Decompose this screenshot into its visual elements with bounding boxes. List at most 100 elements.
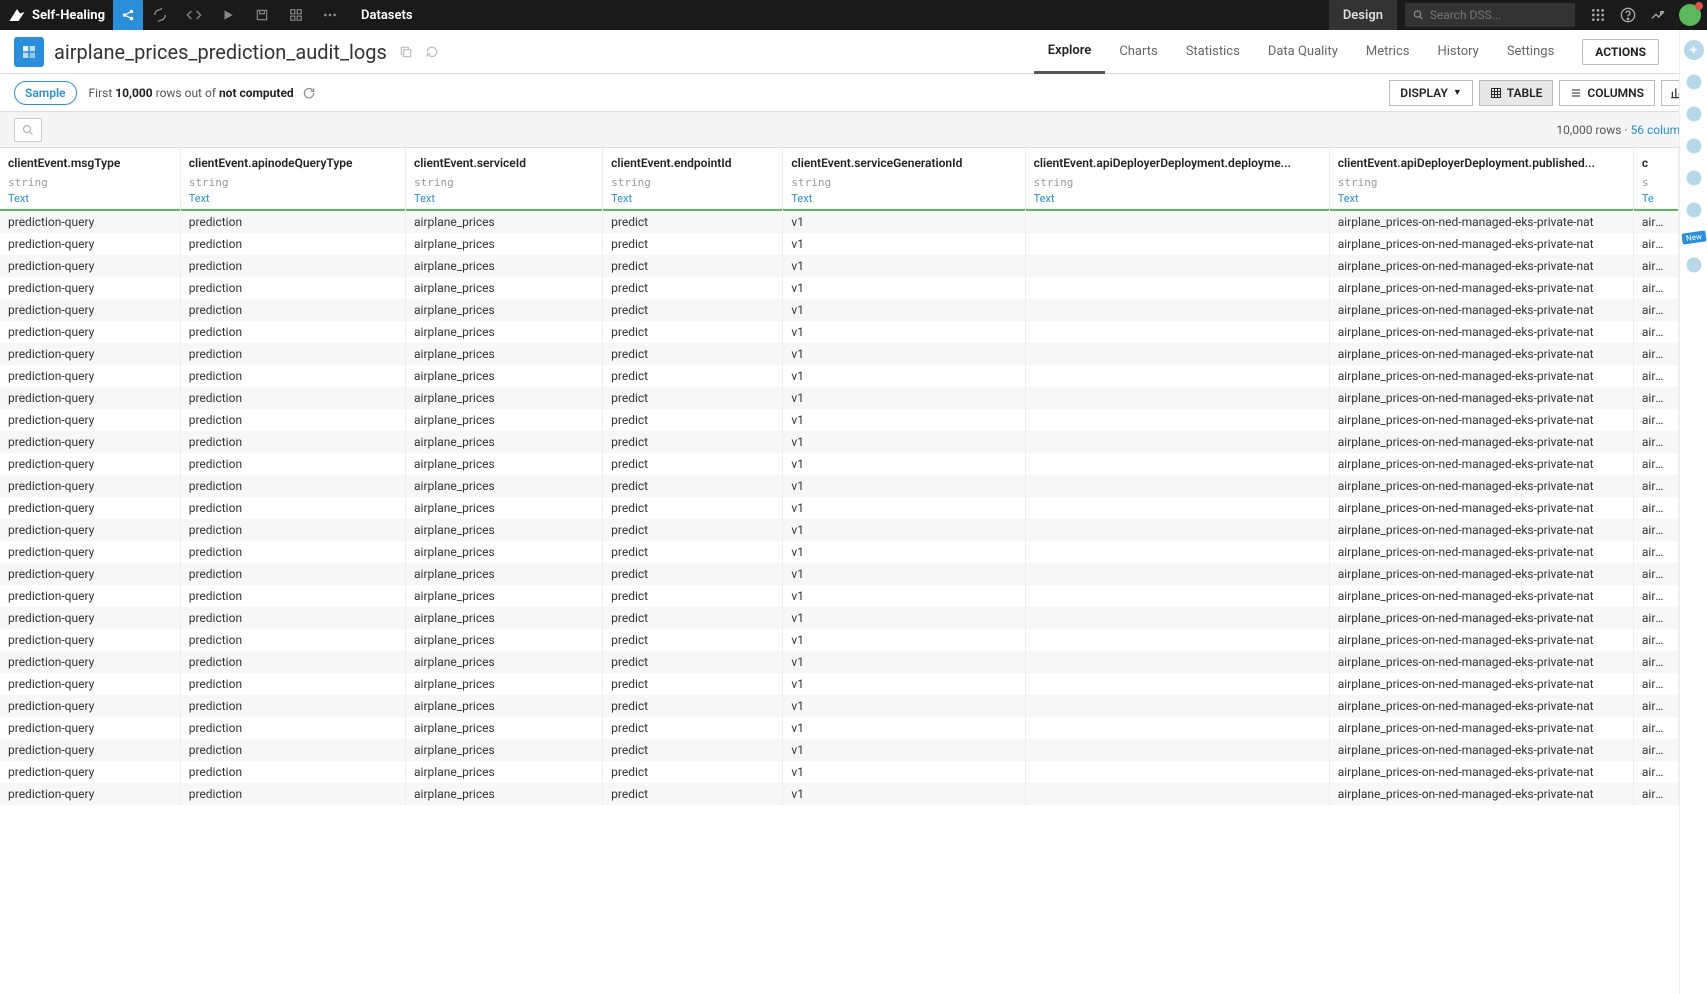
cell[interactable]: prediction-query: [0, 365, 180, 387]
cell[interactable]: [1025, 431, 1329, 453]
nav-dashboard-icon[interactable]: [279, 0, 313, 30]
cell[interactable]: prediction: [180, 695, 405, 717]
cell[interactable]: prediction: [180, 409, 405, 431]
cell[interactable]: airplane_prices-on-ned-managed-eks-priva…: [1329, 585, 1633, 607]
nav-run-icon[interactable]: [211, 0, 245, 30]
cell[interactable]: predict: [603, 739, 783, 761]
cell[interactable]: v1: [783, 211, 1025, 233]
cell[interactable]: airplane_prices-on-ned-managed-eks-priva…: [1329, 387, 1633, 409]
nav-more-icon[interactable]: [313, 0, 347, 30]
cell[interactable]: prediction: [180, 343, 405, 365]
cell[interactable]: airplane_prices: [406, 739, 603, 761]
cell[interactable]: v1: [783, 607, 1025, 629]
cell[interactable]: v1: [783, 365, 1025, 387]
column-header[interactable]: clientEvent.serviceId: [406, 148, 603, 172]
cell[interactable]: airplane_prices: [1633, 321, 1678, 343]
cell[interactable]: v1: [783, 233, 1025, 255]
tab-statistics[interactable]: Statistics: [1172, 30, 1254, 74]
cell[interactable]: v1: [783, 343, 1025, 365]
cell[interactable]: [1025, 629, 1329, 651]
column-meaning[interactable]: Te: [1633, 192, 1678, 210]
tab-metrics[interactable]: Metrics: [1352, 30, 1424, 74]
cell[interactable]: prediction: [180, 255, 405, 277]
cell[interactable]: airplane_prices: [406, 651, 603, 673]
cell[interactable]: prediction: [180, 365, 405, 387]
table-row[interactable]: prediction-querypredictionairplane_price…: [0, 739, 1679, 761]
cell[interactable]: airplane_prices: [406, 761, 603, 783]
cell[interactable]: [1025, 541, 1329, 563]
cell[interactable]: airplane_prices: [406, 277, 603, 299]
rail-info-icon[interactable]: [1684, 72, 1704, 92]
cell[interactable]: airplane_prices-on-ned-managed-eks-priva…: [1329, 717, 1633, 739]
copy-title-icon[interactable]: [399, 45, 413, 59]
cell[interactable]: predict: [603, 541, 783, 563]
table-row[interactable]: prediction-querypredictionairplane_price…: [0, 299, 1679, 321]
cell[interactable]: airplane_prices: [406, 783, 603, 805]
tab-explore[interactable]: Explore: [1034, 30, 1106, 74]
column-header[interactable]: clientEvent.apinodeQueryType: [180, 148, 405, 172]
cell[interactable]: airplane_prices: [406, 475, 603, 497]
cell[interactable]: predict: [603, 211, 783, 233]
cell[interactable]: prediction-query: [0, 629, 180, 651]
cell[interactable]: airplane_prices: [406, 387, 603, 409]
rail-user-icon[interactable]: [1684, 168, 1704, 188]
table-row[interactable]: prediction-querypredictionairplane_price…: [0, 497, 1679, 519]
cell[interactable]: [1025, 519, 1329, 541]
cell[interactable]: predict: [603, 695, 783, 717]
cell[interactable]: predict: [603, 717, 783, 739]
cell[interactable]: predict: [603, 233, 783, 255]
cell[interactable]: [1025, 211, 1329, 233]
table-row[interactable]: prediction-querypredictionairplane_price…: [0, 431, 1679, 453]
cell[interactable]: v1: [783, 453, 1025, 475]
cell[interactable]: predict: [603, 409, 783, 431]
cell[interactable]: predict: [603, 277, 783, 299]
cell[interactable]: v1: [783, 717, 1025, 739]
cell[interactable]: airplane_prices-on-ned-managed-eks-priva…: [1329, 651, 1633, 673]
cell[interactable]: airplane_prices-on-ned-managed-eks-priva…: [1329, 541, 1633, 563]
view-columns-button[interactable]: COLUMNS: [1559, 80, 1655, 106]
cell[interactable]: airplane_prices: [406, 695, 603, 717]
cell[interactable]: [1025, 739, 1329, 761]
rail-check-icon[interactable]: [1684, 136, 1704, 156]
refresh-sample-icon[interactable]: [302, 86, 316, 100]
cell[interactable]: airplane_prices-on-ned-managed-eks-priva…: [1329, 211, 1633, 233]
cell[interactable]: airplane_prices: [1633, 233, 1678, 255]
table-row[interactable]: prediction-querypredictionairplane_price…: [0, 255, 1679, 277]
cell[interactable]: prediction-query: [0, 343, 180, 365]
rail-person-icon[interactable]: [1684, 255, 1704, 275]
cell[interactable]: v1: [783, 739, 1025, 761]
design-mode-button[interactable]: Design: [1329, 0, 1397, 30]
cell[interactable]: [1025, 365, 1329, 387]
cell[interactable]: airplane_prices: [406, 365, 603, 387]
cell[interactable]: airplane_prices-on-ned-managed-eks-priva…: [1329, 783, 1633, 805]
cell[interactable]: [1025, 321, 1329, 343]
cell[interactable]: airplane_prices-on-ned-managed-eks-priva…: [1329, 761, 1633, 783]
cell[interactable]: airplane_prices: [406, 497, 603, 519]
data-grid[interactable]: clientEvent.msgTypeclientEvent.apinodeQu…: [0, 148, 1679, 994]
cell[interactable]: airplane_prices: [1633, 211, 1678, 233]
cell[interactable]: prediction: [180, 387, 405, 409]
cell[interactable]: airplane_prices: [1633, 453, 1678, 475]
table-row[interactable]: prediction-querypredictionairplane_price…: [0, 563, 1679, 585]
cell[interactable]: prediction: [180, 431, 405, 453]
table-row[interactable]: prediction-querypredictionairplane_price…: [0, 783, 1679, 805]
cell[interactable]: [1025, 783, 1329, 805]
cell[interactable]: v1: [783, 563, 1025, 585]
cell[interactable]: [1025, 299, 1329, 321]
cell[interactable]: airplane_prices: [1633, 783, 1678, 805]
cell[interactable]: airplane_prices-on-ned-managed-eks-priva…: [1329, 497, 1633, 519]
cell[interactable]: prediction: [180, 783, 405, 805]
cell[interactable]: [1025, 233, 1329, 255]
tab-charts[interactable]: Charts: [1105, 30, 1171, 74]
cell[interactable]: v1: [783, 431, 1025, 453]
rail-list-icon[interactable]: [1684, 104, 1704, 124]
cell[interactable]: airplane_prices: [406, 321, 603, 343]
cell[interactable]: airplane_prices: [406, 453, 603, 475]
cell[interactable]: v1: [783, 409, 1025, 431]
nav-code-icon[interactable]: [177, 0, 211, 30]
table-row[interactable]: prediction-querypredictionairplane_price…: [0, 541, 1679, 563]
cell[interactable]: prediction: [180, 299, 405, 321]
cell[interactable]: airplane_prices: [1633, 563, 1678, 585]
cell[interactable]: airplane_prices: [1633, 409, 1678, 431]
cell[interactable]: v1: [783, 277, 1025, 299]
